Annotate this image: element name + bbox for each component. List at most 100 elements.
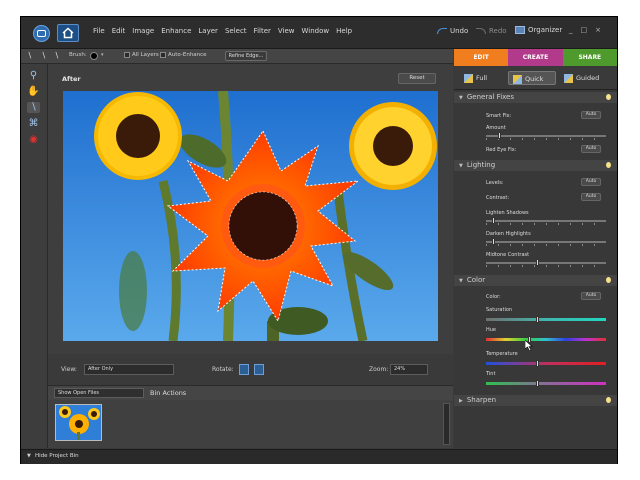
undo-icon	[437, 28, 447, 34]
general-fixes-header[interactable]: ▼ General Fixes	[454, 92, 617, 103]
all-layers-label: All Layers	[132, 52, 159, 58]
lighten-shadows-slider[interactable]	[486, 217, 606, 225]
menu-window[interactable]: Window	[302, 27, 330, 35]
zoom-label: Zoom:	[369, 366, 389, 373]
view-dropdown[interactable]: After Only	[84, 364, 174, 375]
tab-quick-fix[interactable]: Quick	[508, 71, 556, 85]
home-button[interactable]	[57, 24, 79, 42]
document-area: After Reset	[48, 64, 453, 354]
red-eye-tool-icon[interactable]: ◉	[27, 134, 40, 145]
photo-thumbnail[interactable]	[55, 404, 102, 441]
smart-fix-auto-button[interactable]: Auto	[581, 111, 601, 119]
menu-layer[interactable]: Layer	[198, 27, 218, 35]
quick-fix-icon	[513, 74, 522, 84]
menu-select[interactable]: Select	[225, 27, 247, 35]
saturation-label: Saturation	[486, 307, 513, 313]
bin-actions-menu[interactable]: Bin Actions	[150, 389, 186, 397]
mode-tabs: EDIT CREATE SHARE	[454, 49, 617, 66]
hand-tool-icon[interactable]: ✋	[27, 86, 40, 97]
midtone-contrast-label: Midtone Contrast	[486, 252, 530, 258]
chevron-down-icon[interactable]: ▾	[101, 52, 104, 58]
zoom-dropdown[interactable]: 24%	[390, 364, 428, 375]
all-layers-checkbox[interactable]	[124, 52, 130, 58]
undo-button[interactable]: Undo	[437, 27, 468, 35]
color-title: Color	[466, 276, 486, 284]
red-eye-fix-label: Red Eye Fix:	[486, 147, 517, 153]
app-logo-icon[interactable]	[33, 25, 50, 42]
midtone-contrast-slider[interactable]	[486, 259, 606, 267]
lighting-title: Lighting	[466, 161, 496, 169]
reset-button[interactable]: Reset	[398, 73, 436, 84]
bin-files-dropdown[interactable]: Show Open Files	[54, 388, 144, 398]
menu-file[interactable]: File	[93, 27, 105, 35]
tab-edit[interactable]: EDIT	[454, 49, 509, 66]
tab-guided-label: Guided	[576, 74, 600, 82]
hide-project-bin-button[interactable]: Hide Project Bin	[35, 453, 79, 459]
refine-edge-button[interactable]: Refine Edge...	[225, 51, 267, 61]
mouse-cursor-icon	[525, 340, 533, 351]
lighting-header[interactable]: ▼ Lighting	[454, 160, 617, 171]
redo-label: Redo	[489, 27, 507, 35]
tip-bulb-icon[interactable]	[606, 397, 611, 403]
hue-slider[interactable]	[486, 336, 606, 343]
sharpen-header[interactable]: ▶ Sharpen	[454, 395, 617, 406]
auto-enhance-checkbox[interactable]	[160, 52, 166, 58]
close-button[interactable]: ×	[595, 26, 601, 34]
levels-auto-button[interactable]: Auto	[581, 178, 601, 186]
color-label: Color:	[486, 294, 501, 300]
tint-slider[interactable]	[486, 380, 606, 387]
crop-tool-icon[interactable]: ⌘	[27, 118, 40, 129]
contrast-auto-button[interactable]: Auto	[581, 193, 601, 201]
temperature-slider[interactable]	[486, 360, 606, 367]
tip-bulb-icon[interactable]	[606, 162, 611, 168]
collapse-triangle-icon: ▼	[459, 163, 463, 169]
tip-bulb-icon[interactable]	[606, 277, 611, 283]
brush-preview-icon[interactable]	[90, 52, 98, 60]
subtract-selection-icon[interactable]: ∖	[54, 51, 63, 60]
rotate-right-icon[interactable]	[254, 364, 264, 375]
quick-selection-icon[interactable]: ∖	[27, 51, 36, 60]
collapse-triangle-icon: ▼	[459, 278, 463, 284]
amount-label: Amount	[486, 125, 506, 131]
quick-selection-tool-icon[interactable]: ∖	[27, 102, 40, 113]
toolbox: ⚲ ✋ ∖ ⌘ ◉	[21, 64, 48, 448]
menu-view[interactable]: View	[278, 27, 295, 35]
menu-image[interactable]: Image	[132, 27, 154, 35]
collapse-icon[interactable]: ▼	[27, 453, 31, 459]
color-header[interactable]: ▼ Color	[454, 275, 617, 286]
main-menu: File Edit Image Enhance Layer Select Fil…	[93, 27, 359, 35]
organizer-button[interactable]: Organizer	[515, 26, 562, 34]
redo-button[interactable]: Redo	[476, 27, 507, 35]
rotate-left-icon[interactable]	[239, 364, 249, 375]
red-eye-auto-button[interactable]: Auto	[581, 145, 601, 153]
tab-share[interactable]: SHARE	[562, 49, 617, 66]
menu-help[interactable]: Help	[336, 27, 352, 35]
contrast-label: Contrast:	[486, 195, 510, 201]
bin-scrollbar[interactable]	[443, 403, 450, 445]
tip-bulb-icon[interactable]	[606, 94, 611, 100]
tab-quick-label: Quick	[525, 75, 544, 83]
window-controls: _ □ ×	[569, 26, 601, 34]
color-auto-button[interactable]: Auto	[581, 292, 601, 300]
zoom-tool-icon[interactable]: ⚲	[27, 70, 40, 81]
redo-icon	[476, 28, 486, 34]
amount-slider[interactable]	[486, 132, 606, 140]
saturation-slider[interactable]	[486, 316, 606, 323]
undo-label: Undo	[450, 27, 469, 35]
add-to-selection-icon[interactable]: ∖	[41, 51, 50, 60]
tab-create[interactable]: CREATE	[508, 49, 563, 66]
photo-canvas[interactable]	[63, 91, 438, 341]
menu-edit[interactable]: Edit	[112, 27, 126, 35]
minimize-button[interactable]: _	[569, 26, 573, 34]
view-title: After	[62, 75, 81, 83]
menu-filter[interactable]: Filter	[254, 27, 271, 35]
tab-guided-edit[interactable]: Guided	[562, 71, 614, 85]
hue-label: Hue	[486, 327, 497, 333]
sunflower-photo	[63, 91, 438, 341]
sharpen-title: Sharpen	[466, 396, 497, 404]
darken-highlights-slider[interactable]	[486, 238, 606, 246]
status-bar: ▼ Hide Project Bin	[21, 449, 617, 464]
tab-full-edit[interactable]: Full	[462, 71, 504, 85]
maximize-button[interactable]: □	[581, 26, 588, 34]
menu-enhance[interactable]: Enhance	[161, 27, 191, 35]
